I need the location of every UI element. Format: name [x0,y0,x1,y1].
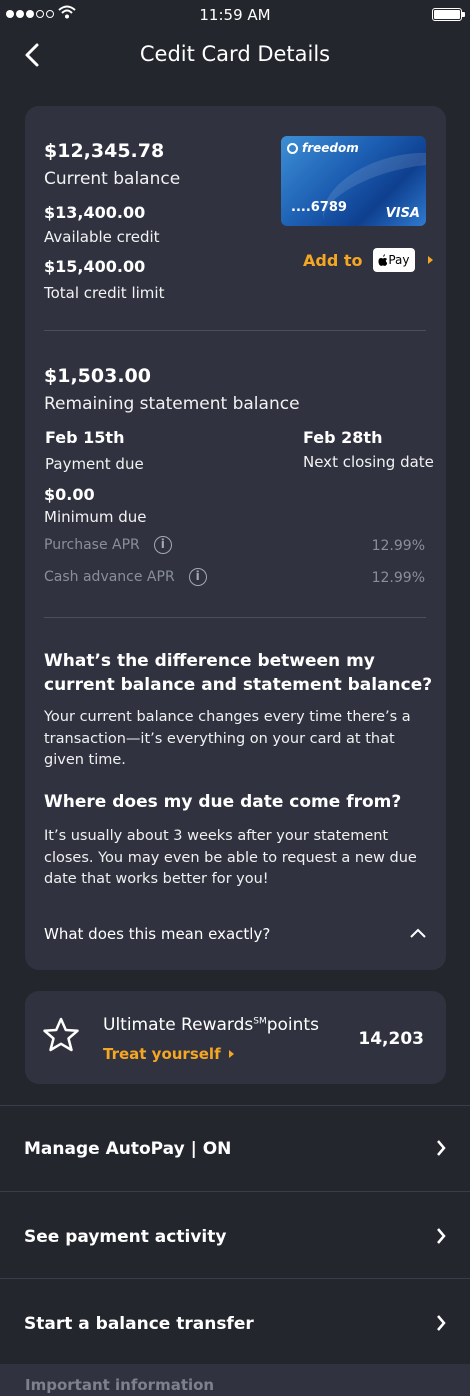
page-title: Cedit Card Details [139,42,331,66]
cash-apr-label: Cash advance APR [44,569,175,585]
battery-icon [432,8,465,21]
purchase-apr-row: Purchase APR i [44,536,172,554]
faq-answer-due-date: It’s usually about 3 weeks after your st… [44,828,417,887]
cash-apr-row: Cash advance APR i [44,568,207,586]
explanation-toggle[interactable]: What does this mean exactly? [44,924,428,948]
caret-right-icon [228,1050,234,1058]
payment-activity-label: See payment activity [24,1227,227,1247]
purchase-apr-value: 12.99% [371,538,425,554]
treat-yourself-link[interactable]: Treat yourself [103,1045,234,1063]
closing-date-label: Next closing date [303,453,434,471]
rewards-title-text: Ultimate Rewards [103,1015,254,1035]
rewards-sm-mark: SM [253,1016,267,1027]
remaining-statement-label: Remaining statement balance [44,394,300,414]
card-number: ....6789 [291,200,347,215]
add-to-label: Add to [303,250,363,270]
apple-pay-badge: Pay [372,248,415,272]
faq-answer-balance: Your current balance changes every time … [44,709,411,768]
info-icon[interactable]: i [153,536,172,554]
star-icon [43,1017,79,1052]
payment-due-label: Payment due [45,455,144,473]
rewards-title-suffix: points [266,1015,319,1035]
available-credit-label: Available credit [44,228,160,246]
divider [44,617,426,618]
total-limit-amount: $15,400.00 [44,257,146,276]
status-time: 11:59 AM [199,6,271,24]
payment-activity-row[interactable]: See payment activity [0,1191,470,1277]
payment-due-date: Feb 15th [45,428,125,447]
balance-transfer-row[interactable]: Start a balance transfer [0,1278,470,1364]
card-brand-logo: freedom [287,141,359,155]
balance-transfer-label: Start a balance transfer [24,1314,254,1334]
current-balance-amount: $12,345.78 [44,140,165,162]
apple-icon [377,254,387,266]
status-bar: 11:59 AM [0,0,470,30]
faq-question-balance: What’s the difference between my current… [44,651,433,695]
important-info-section[interactable]: Important information [0,1364,470,1396]
purchase-apr-label: Purchase APR [44,537,140,553]
closing-date: Feb 28th [303,428,383,447]
info-icon[interactable]: i [188,568,207,586]
manage-autopay-row[interactable]: Manage AutoPay | ON [0,1105,470,1191]
important-info-label: Important information [25,1376,215,1394]
chevron-right-icon [437,1140,446,1156]
nav-bar: Cedit Card Details [0,30,470,80]
treat-yourself-label: Treat yourself [103,1045,221,1063]
rewards-points: 14,203 [358,1029,424,1049]
add-to-apple-pay-button[interactable]: Add to Pay [303,248,433,272]
manage-autopay-label: Manage AutoPay | ON [24,1139,232,1159]
caret-right-icon [427,256,433,264]
rewards-card[interactable]: Ultimate RewardsSMpoints Treat yourself … [25,991,446,1084]
card-details-panel: $12,345.78 Current balance $13,400.00 Av… [25,106,446,970]
divider [44,330,426,331]
credit-card-image: freedom ....6789 VISA [281,136,426,226]
chevron-right-icon [437,1315,446,1331]
minimum-due-label: Minimum due [44,508,147,526]
chevron-right-icon [437,1228,446,1244]
faq-question-due-date: Where does my due date come from? [44,792,402,812]
pay-label: Pay [388,253,410,267]
minimum-due-amount: $0.00 [44,485,95,504]
total-limit-label: Total credit limit [44,284,165,302]
chevron-up-icon [410,928,426,938]
available-credit-amount: $13,400.00 [44,203,146,222]
rewards-title: Ultimate RewardsSMpoints [103,1015,319,1035]
remaining-statement-amount: $1,503.00 [44,365,151,387]
current-balance-label: Current balance [44,169,181,189]
explanation-toggle-label: What does this mean exactly? [44,925,271,943]
card-network: VISA [385,206,420,221]
cash-apr-value: 12.99% [371,570,425,586]
